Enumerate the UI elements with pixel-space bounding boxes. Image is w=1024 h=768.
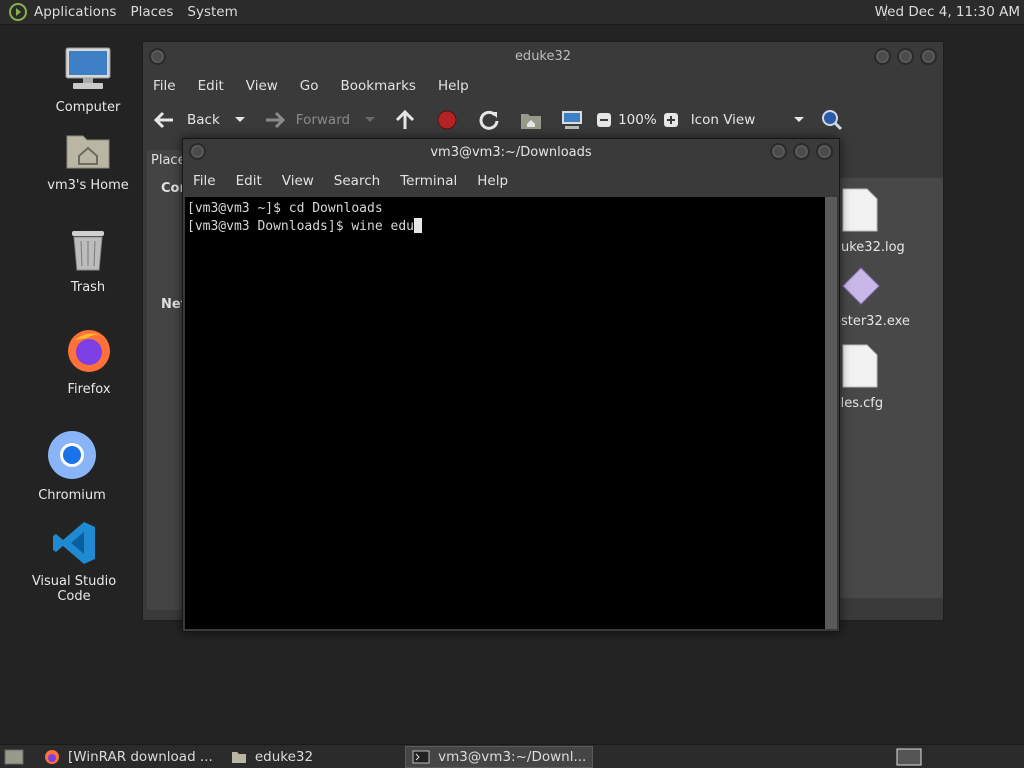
desktop-icon-vscode[interactable]: Visual Studio Code: [19, 520, 129, 604]
forward-arrow-icon: [265, 111, 285, 129]
taskbar-item-firefox[interactable]: [WinRAR download ...: [38, 746, 219, 768]
clock[interactable]: Wed Dec 4, 11:30 AM: [875, 4, 1020, 20]
menu-bookmarks[interactable]: Bookmarks: [341, 78, 416, 94]
back-button[interactable]: Back: [153, 111, 246, 129]
file-manager-titlebar[interactable]: eduke32: [143, 42, 943, 72]
applications-menu[interactable]: Applications: [34, 4, 124, 20]
folder-icon: [231, 751, 246, 763]
computer-icon[interactable]: [560, 109, 584, 131]
desktop-icon-label: Firefox: [67, 382, 111, 397]
system-menu[interactable]: System: [187, 4, 245, 20]
workspace-switcher-icon[interactable]: [896, 748, 922, 766]
bottom-panel: [WinRAR download ... eduke32 vm3@vm3:~/D…: [0, 744, 1024, 768]
trash-icon: [72, 231, 104, 271]
chromium-icon: [48, 431, 96, 479]
desktop-icon-label: vm3's Home: [47, 178, 129, 193]
desktop-icon-home[interactable]: vm3's Home: [33, 128, 143, 193]
home-folder-icon: [66, 135, 110, 169]
terminal-scrollbar[interactable]: [825, 197, 837, 629]
file-item[interactable]: uke32.log: [841, 188, 905, 255]
home-icon[interactable]: [520, 110, 542, 130]
show-desktop-icon[interactable]: [4, 748, 24, 766]
forward-button[interactable]: Forward: [264, 111, 376, 129]
terminal-titlebar[interactable]: vm3@vm3:~/Downloads: [183, 139, 839, 167]
search-icon[interactable]: [821, 109, 843, 131]
file-item[interactable]: iles.cfg: [837, 344, 883, 411]
minimize-button[interactable]: [874, 48, 891, 65]
sidebar-pane: [147, 150, 187, 610]
menu-edit[interactable]: Edit: [236, 173, 262, 189]
menu-file[interactable]: File: [153, 78, 176, 94]
zoom-in-icon[interactable]: [663, 112, 679, 128]
terminal-line: [vm3@vm3 Downloads]$ wine edu: [187, 219, 414, 234]
menu-search[interactable]: Search: [334, 173, 380, 189]
terminal-line: [vm3@vm3 ~]$ cd Downloads: [187, 201, 383, 216]
terminal-screen[interactable]: [vm3@vm3 ~]$ cd Downloads [vm3@vm3 Downl…: [185, 197, 827, 629]
terminal-window[interactable]: vm3@vm3:~/Downloads File Edit View Searc…: [182, 138, 840, 632]
file-manager-toolbar: Back Forward 100% Icon View: [143, 100, 943, 140]
close-button[interactable]: [816, 143, 833, 160]
chevron-down-icon: [794, 117, 805, 122]
taskbar-item-file-manager[interactable]: eduke32: [225, 746, 319, 768]
menu-view[interactable]: View: [282, 173, 314, 189]
menu-file[interactable]: File: [193, 173, 216, 189]
terminal-line-current: [vm3@vm3 Downloads]$ wine edu: [187, 218, 825, 236]
wine-exe-icon: [842, 267, 880, 305]
window-title: vm3@vm3:~/Downloads: [430, 145, 592, 160]
menu-view[interactable]: View: [246, 78, 278, 94]
desktop-icon-label: Chromium: [38, 488, 106, 503]
window-menu-button[interactable]: [189, 143, 206, 160]
file-item[interactable]: oster32.exe: [833, 266, 910, 329]
desktop-icon-chromium[interactable]: Chromium: [17, 430, 127, 503]
menu-help[interactable]: Help: [438, 78, 469, 94]
firefox-icon: [45, 749, 59, 764]
back-arrow-icon: [153, 111, 173, 129]
reload-icon[interactable]: [478, 109, 500, 131]
menu-edit[interactable]: Edit: [198, 78, 224, 94]
text-cursor: [413, 218, 422, 233]
desktop-icon-label: Computer: [55, 100, 121, 115]
desktop-icon-trash[interactable]: Trash: [33, 228, 143, 295]
window-title: eduke32: [514, 49, 572, 64]
up-arrow-icon[interactable]: [394, 109, 416, 131]
computer-icon: [65, 47, 111, 89]
close-button[interactable]: [920, 48, 937, 65]
zoom-level[interactable]: 100%: [618, 112, 657, 128]
distro-logo-icon[interactable]: [8, 2, 28, 22]
vscode-icon: [53, 522, 95, 564]
maximize-button[interactable]: [793, 143, 810, 160]
view-mode-select[interactable]: Icon View: [691, 112, 806, 128]
text-file-icon: [842, 344, 878, 388]
chevron-down-icon[interactable]: [364, 116, 376, 124]
places-menu[interactable]: Places: [130, 4, 181, 20]
places-label[interactable]: Place: [151, 153, 186, 168]
maximize-button[interactable]: [897, 48, 914, 65]
stop-icon[interactable]: [436, 109, 458, 131]
minimize-button[interactable]: [770, 143, 787, 160]
menu-help[interactable]: Help: [477, 173, 508, 189]
window-menu-button[interactable]: [149, 48, 166, 65]
top-panel: Applications Places System Wed Dec 4, 11…: [0, 0, 1024, 25]
menu-terminal[interactable]: Terminal: [400, 173, 457, 189]
zoom-out-icon[interactable]: [596, 112, 612, 128]
terminal-icon: [412, 750, 430, 763]
terminal-menubar: File Edit View Search Terminal Help: [183, 167, 839, 195]
chevron-down-icon[interactable]: [234, 116, 246, 124]
desktop-icon-label: Trash: [70, 280, 106, 295]
desktop-icon-firefox[interactable]: Firefox: [34, 326, 144, 397]
text-file-icon: [842, 188, 878, 232]
file-manager-menubar: File Edit View Go Bookmarks Help: [143, 72, 943, 100]
desktop-icon-label: Visual Studio Code: [31, 574, 117, 604]
firefox-icon: [68, 330, 110, 372]
desktop-icon-computer[interactable]: Computer: [33, 46, 143, 115]
menu-go[interactable]: Go: [300, 78, 319, 94]
taskbar-item-terminal[interactable]: vm3@vm3:~/Downl...: [405, 745, 594, 768]
